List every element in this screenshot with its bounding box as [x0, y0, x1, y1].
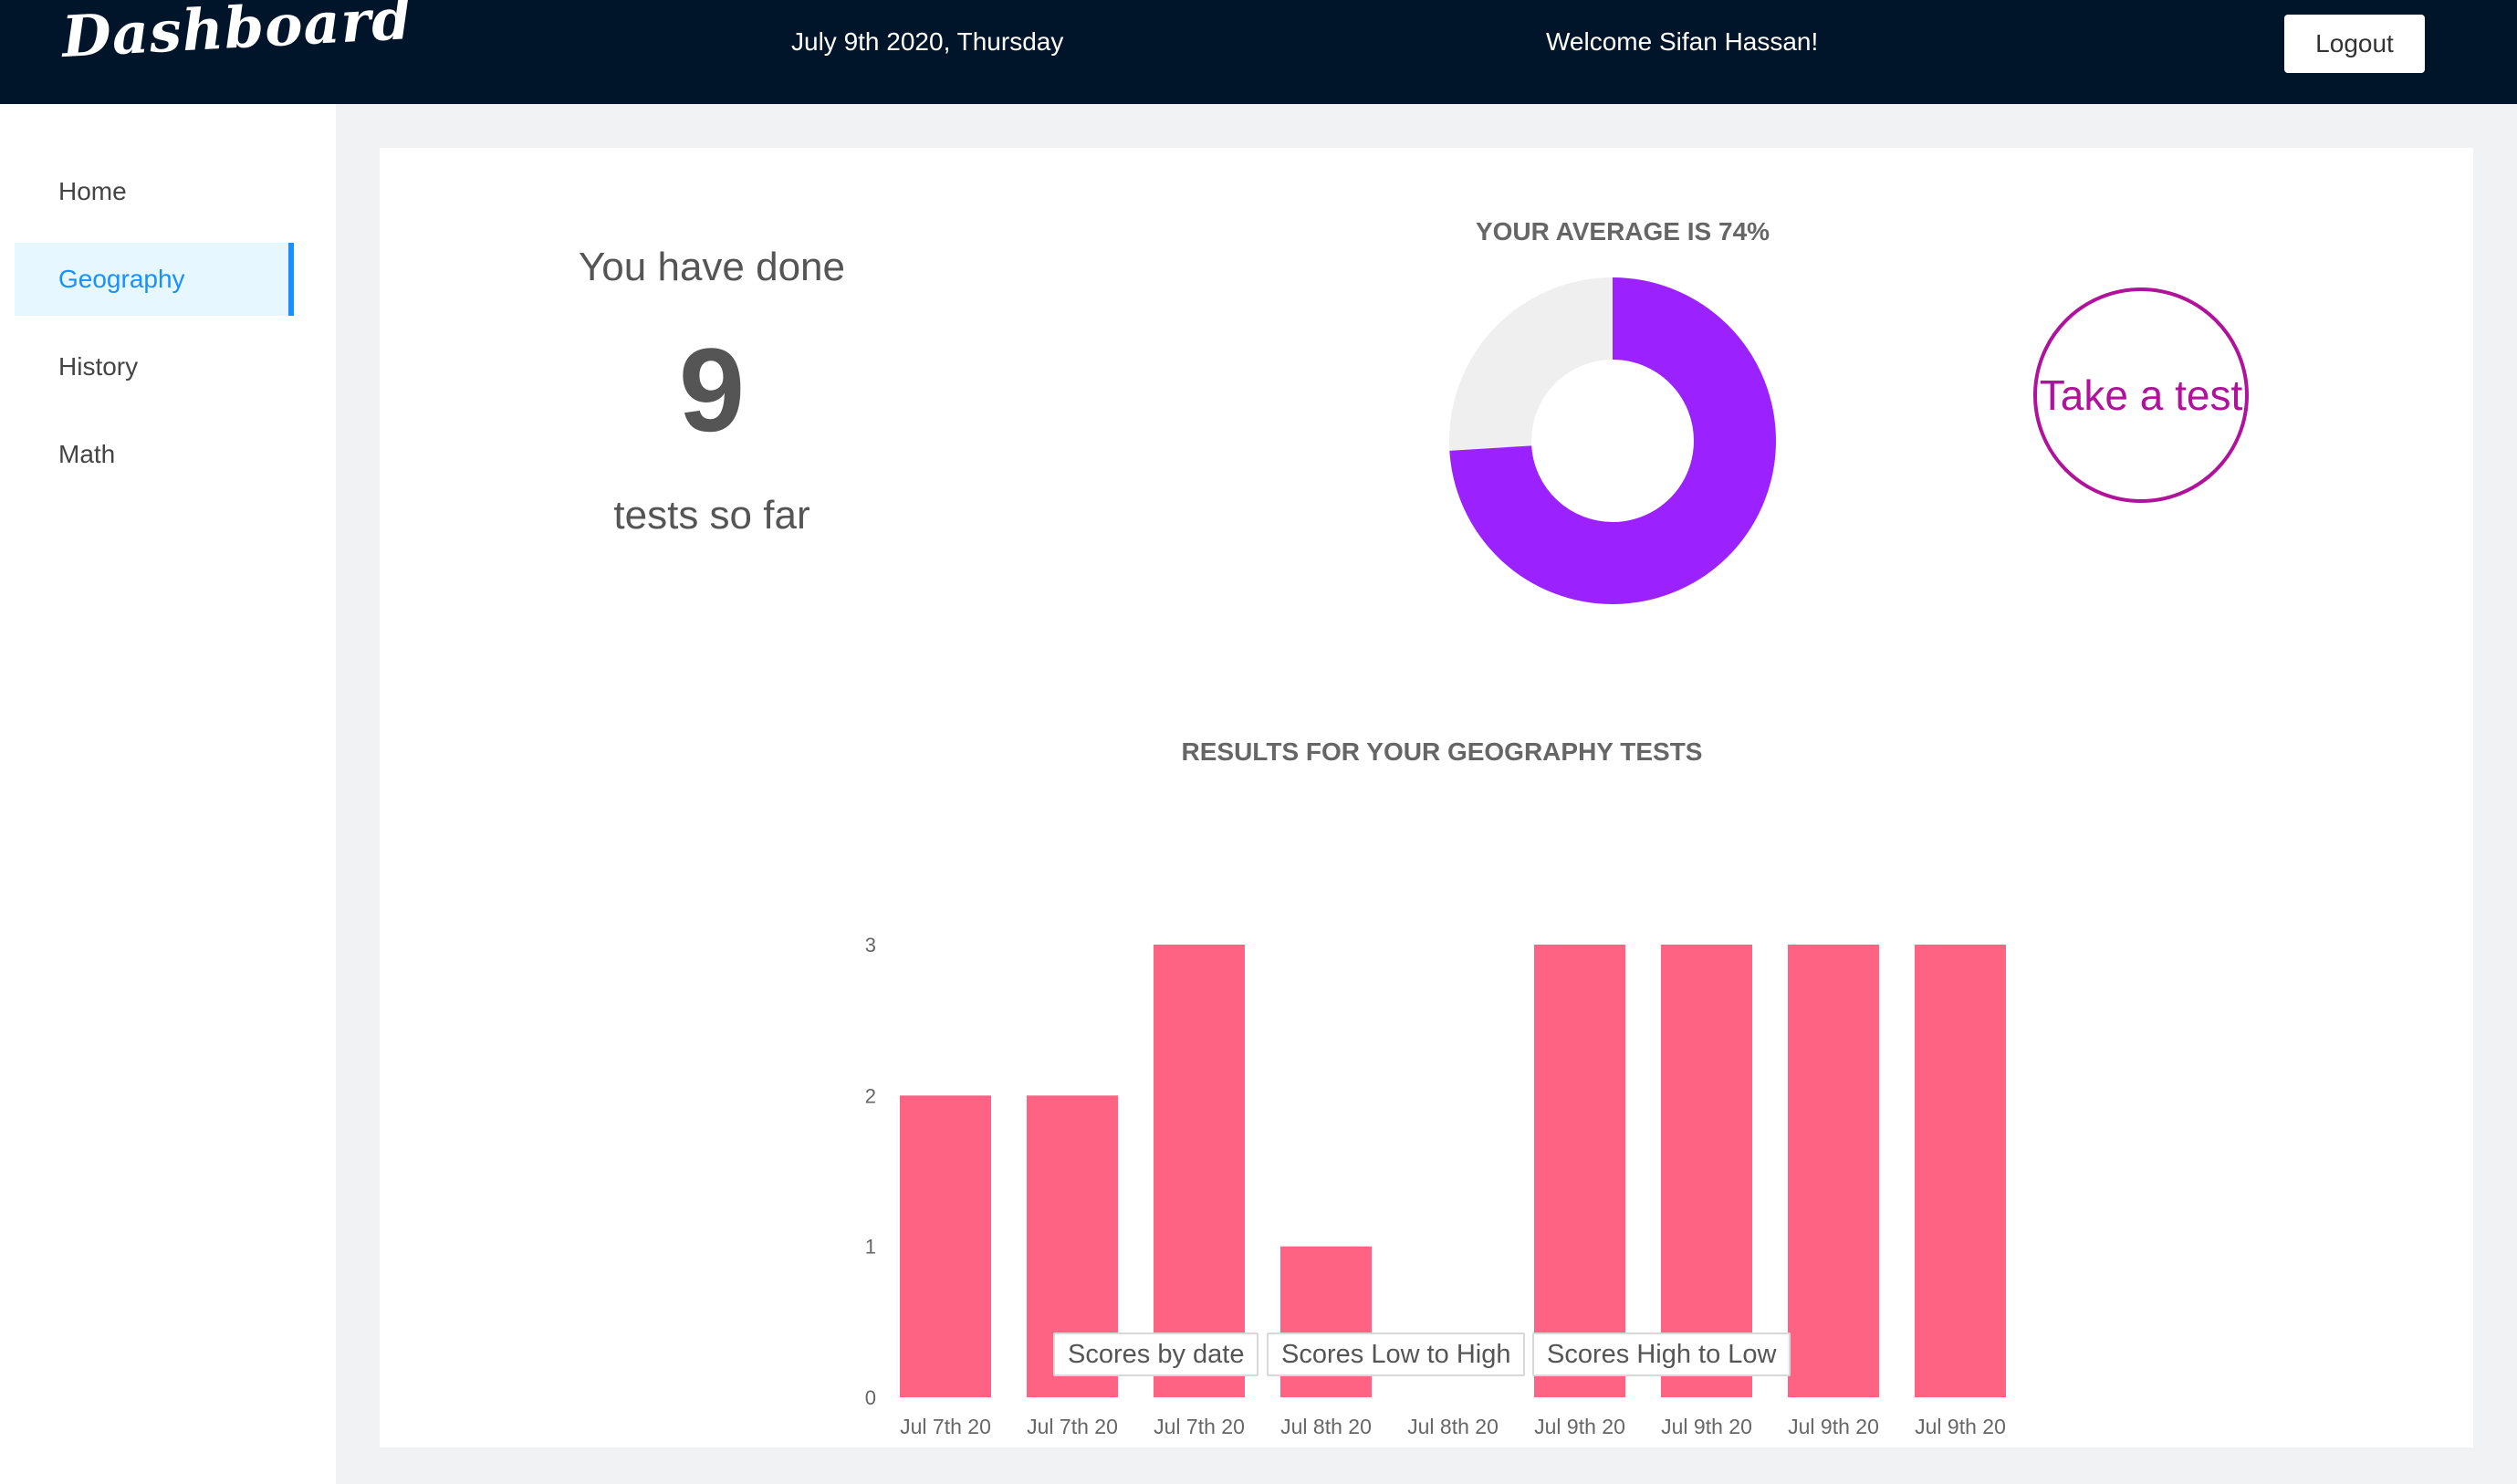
scores-by-date-button[interactable]: Scores by date: [1053, 1332, 1259, 1376]
bar[interactable]: [1661, 945, 1752, 1397]
x-tick-label: Jul 7th 20: [900, 1415, 991, 1438]
tests-done-label: You have done: [579, 245, 845, 289]
sidebar-item-math[interactable]: Math: [15, 418, 294, 491]
x-tick-label: Jul 9th 20: [1534, 1415, 1625, 1438]
take-test-label: Take a test: [2039, 371, 2243, 419]
bar[interactable]: [1788, 945, 1879, 1397]
sidebar-item-geography[interactable]: Geography: [15, 243, 294, 316]
x-tick-label: Jul 8th 20: [1280, 1415, 1372, 1438]
x-tick-label: Jul 9th 20: [1661, 1415, 1752, 1438]
current-date: July 9th 2020, Thursday: [791, 27, 1064, 56]
x-tick-label: Jul 9th 20: [1788, 1415, 1879, 1438]
scores-low-to-high-button[interactable]: Scores Low to High: [1267, 1332, 1526, 1376]
logout-button[interactable]: Logout: [2284, 15, 2425, 73]
tests-done-suffix: tests so far: [613, 493, 810, 538]
y-tick-label: 1: [865, 1236, 876, 1259]
bar[interactable]: [1915, 945, 2006, 1397]
x-tick-label: Jul 8th 20: [1407, 1415, 1499, 1438]
welcome-message: Welcome Sifan Hassan!: [1546, 27, 1819, 56]
x-tick-label: Jul 9th 20: [1915, 1415, 2006, 1438]
scores-high-to-low-button[interactable]: Scores High to Low: [1532, 1332, 1791, 1376]
x-tick-label: Jul 7th 20: [1154, 1415, 1245, 1438]
app-logo[interactable]: Dashboard: [60, 0, 413, 70]
take-test-button[interactable]: Take a test: [2033, 287, 2249, 503]
bar-chart-title: RESULTS FOR YOUR GEOGRAPHY TESTS: [1181, 737, 1703, 766]
average-title: YOUR AVERAGE IS 74%: [1475, 217, 1770, 246]
bar[interactable]: [1154, 945, 1245, 1397]
top-bar: Dashboard July 9th 2020, Thursday Welcom…: [0, 0, 2517, 104]
tests-done-count: 9: [678, 323, 746, 456]
y-tick-label: 0: [865, 1386, 876, 1409]
sidebar-item-home[interactable]: Home: [15, 155, 294, 228]
bar[interactable]: [1534, 945, 1625, 1397]
sidebar: Home Geography History Math: [0, 104, 336, 1484]
bar[interactable]: [900, 1095, 991, 1397]
main-panel: You have done 9 tests so far YOUR AVERAG…: [380, 148, 2473, 1447]
y-tick-label: 2: [865, 1084, 876, 1107]
y-tick-label: 3: [865, 934, 876, 956]
x-tick-label: Jul 7th 20: [1027, 1415, 1118, 1438]
average-donut-chart: [1449, 277, 1776, 604]
sidebar-item-history[interactable]: History: [15, 330, 294, 403]
